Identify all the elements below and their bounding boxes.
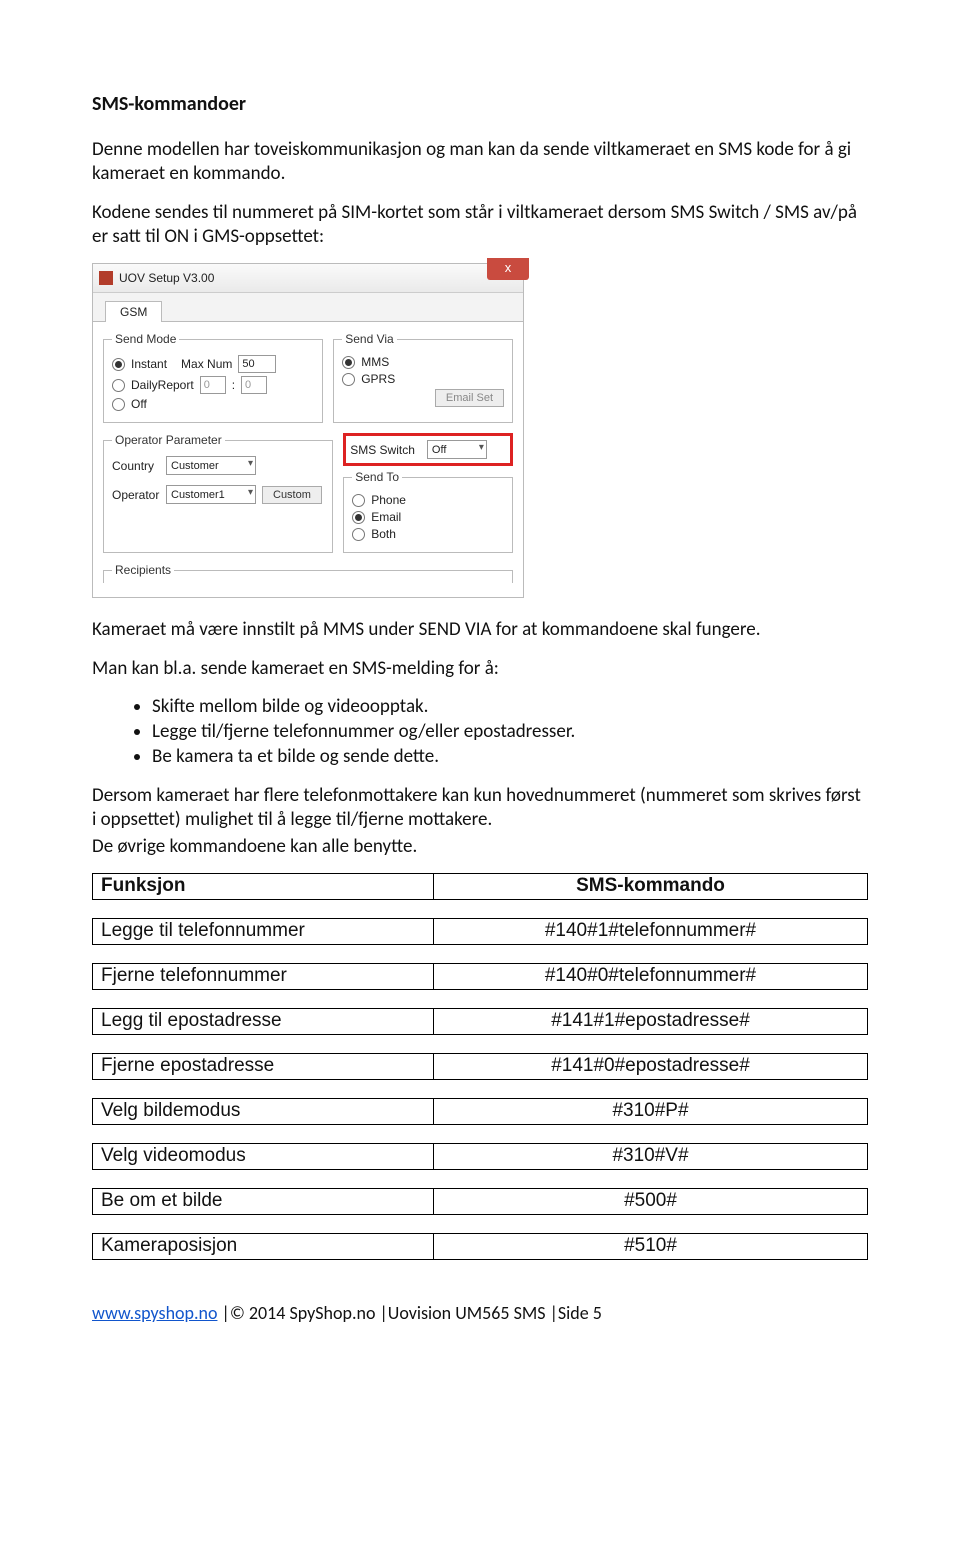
cell-funksjon: Fjerne epostadresse xyxy=(93,1053,434,1079)
radio-instant[interactable] xyxy=(112,358,125,371)
list-item: Skifte mellom bilde og videoopptak. xyxy=(152,695,868,718)
page-footer: www.spyshop.no |© 2014 SpyShop.no |Uovis… xyxy=(92,1302,868,1324)
operator-legend: Operator Parameter xyxy=(112,433,225,447)
cmd-table-row: Kameraposisjon #510# xyxy=(92,1233,868,1260)
input-daily-h[interactable]: 0 xyxy=(200,376,226,394)
send-via-group: Send Via MMS GPRS Email Set xyxy=(333,332,513,423)
bullet-list: Skifte mellom bilde og videoopptak. Legg… xyxy=(92,695,868,768)
list-item: Be kamera ta et bilde og sende dette. xyxy=(152,745,868,768)
input-daily-m[interactable]: 0 xyxy=(241,376,267,394)
th-funksjon: Funksjon xyxy=(93,873,434,899)
footer-link[interactable]: www.spyshop.no xyxy=(92,1302,217,1324)
label-dailyreport: DailyReport xyxy=(131,378,194,392)
cell-kommando: #510# xyxy=(434,1233,868,1259)
label-operator: Operator xyxy=(112,488,160,502)
cell-kommando: #310#P# xyxy=(434,1098,868,1124)
email-set-button[interactable]: Email Set xyxy=(435,389,504,407)
label-email: Email xyxy=(371,510,401,524)
paragraph-2: Kodene sendes til nummeret på SIM-kortet… xyxy=(92,201,868,250)
radio-email[interactable] xyxy=(352,511,365,524)
recipients-group: Recipients xyxy=(103,563,513,583)
radio-gprs[interactable] xyxy=(342,373,355,386)
cmd-table-row: Fjerne telefonnummer #140#0#telefonnumme… xyxy=(92,963,868,990)
input-maxnum[interactable]: 50 xyxy=(238,355,276,373)
combo-country[interactable]: Customer xyxy=(166,456,256,475)
label-maxnum: Max Num xyxy=(181,357,232,371)
cell-kommando: #500# xyxy=(434,1188,868,1214)
send-via-legend: Send Via xyxy=(342,332,397,346)
paragraph-1: Denne modellen har toveiskommunikasjon o… xyxy=(92,138,868,187)
settings-screenshot: UOV Setup V3.00 x GSM Send Mode Instant … xyxy=(92,263,524,598)
window-title: UOV Setup V3.00 xyxy=(119,271,214,285)
cell-funksjon: Legge til telefonnummer xyxy=(93,918,434,944)
recipients-legend: Recipients xyxy=(112,563,174,577)
send-mode-legend: Send Mode xyxy=(112,332,179,346)
combo-operator[interactable]: Customer1 xyxy=(166,485,256,504)
send-mode-group: Send Mode Instant Max Num 50 DailyReport… xyxy=(103,332,323,423)
cmd-table-row: Legge til telefonnummer #140#1#telefonnu… xyxy=(92,918,868,945)
custom-button[interactable]: Custom xyxy=(262,486,322,504)
label-sms-switch: SMS Switch xyxy=(350,443,415,457)
cell-kommando: #310#V# xyxy=(434,1143,868,1169)
list-item: Legge til/fjerne telefonnummer og/eller … xyxy=(152,720,868,743)
page-heading: SMS-kommandoer xyxy=(92,92,868,116)
label-gprs: GPRS xyxy=(361,372,395,386)
operator-group: Operator Parameter Country Customer Oper… xyxy=(103,433,333,553)
paragraph-4: Man kan bl.a. sende kameraet en SMS-meld… xyxy=(92,657,868,681)
cmd-table-row: Be om et bilde #500# xyxy=(92,1188,868,1215)
sms-switch-highlight: SMS Switch Off xyxy=(343,433,513,466)
footer-rest: |© 2014 SpyShop.no |Uovision UM565 SMS |… xyxy=(217,1302,601,1324)
app-icon xyxy=(99,271,113,285)
radio-dailyreport[interactable] xyxy=(112,379,125,392)
cell-funksjon: Legg til epostadresse xyxy=(93,1008,434,1034)
label-phone: Phone xyxy=(371,493,406,507)
window-titlebar: UOV Setup V3.00 x xyxy=(93,264,523,293)
close-icon[interactable]: x xyxy=(487,258,529,280)
cmd-table-row: Velg bildemodus #310#P# xyxy=(92,1098,868,1125)
label-both: Both xyxy=(371,527,396,541)
colon: : xyxy=(232,378,235,392)
cell-funksjon: Velg videomodus xyxy=(93,1143,434,1169)
tab-gsm[interactable]: GSM xyxy=(105,301,162,322)
label-country: Country xyxy=(112,459,160,473)
combo-sms-switch[interactable]: Off xyxy=(427,440,487,459)
th-sms-kommando: SMS-kommando xyxy=(434,873,868,899)
label-instant: Instant xyxy=(131,357,167,371)
radio-both[interactable] xyxy=(352,528,365,541)
cmd-table-row: Legg til epostadresse #141#1#epostadress… xyxy=(92,1008,868,1035)
paragraph-5a: Dersom kameraet har flere telefonmottake… xyxy=(92,784,868,833)
cell-kommando: #141#1#epostadresse# xyxy=(434,1008,868,1034)
cell-kommando: #140#0#telefonnummer# xyxy=(434,963,868,989)
cell-funksjon: Fjerne telefonnummer xyxy=(93,963,434,989)
cell-kommando: #140#1#telefonnummer# xyxy=(434,918,868,944)
send-to-legend: Send To xyxy=(352,470,402,484)
cmd-table-header: Funksjon SMS-kommando xyxy=(92,873,868,900)
label-mms: MMS xyxy=(361,355,389,369)
radio-phone[interactable] xyxy=(352,494,365,507)
cmd-table-row: Fjerne epostadresse #141#0#epostadresse# xyxy=(92,1053,868,1080)
paragraph-5b: De øvrige kommandoene kan alle benytte. xyxy=(92,835,868,859)
label-off: Off xyxy=(131,397,147,411)
cell-funksjon: Kameraposisjon xyxy=(93,1233,434,1259)
cell-funksjon: Velg bildemodus xyxy=(93,1098,434,1124)
radio-mms[interactable] xyxy=(342,356,355,369)
send-to-group: Send To Phone Email Both xyxy=(343,470,513,553)
radio-off[interactable] xyxy=(112,398,125,411)
cell-funksjon: Be om et bilde xyxy=(93,1188,434,1214)
cmd-table-row: Velg videomodus #310#V# xyxy=(92,1143,868,1170)
cell-kommando: #141#0#epostadresse# xyxy=(434,1053,868,1079)
paragraph-3: Kameraet må være innstilt på MMS under S… xyxy=(92,618,868,642)
